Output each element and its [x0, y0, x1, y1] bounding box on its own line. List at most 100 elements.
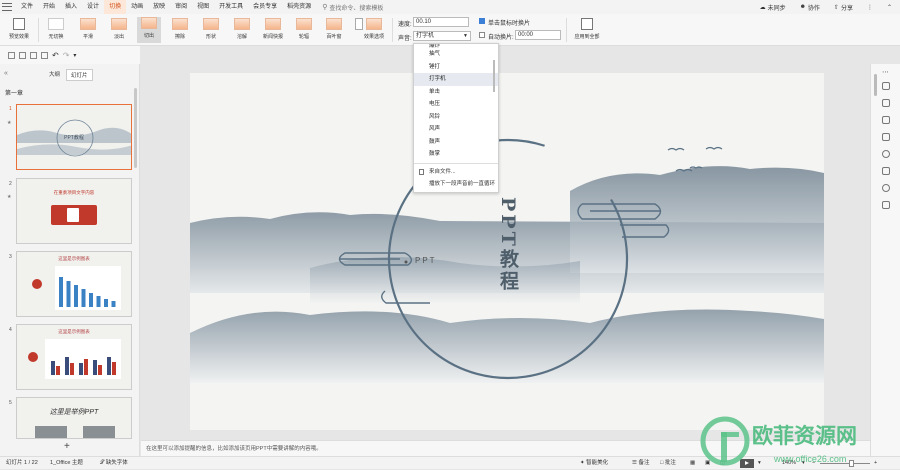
zoom-out-icon[interactable]: −: [812, 457, 815, 470]
effect-fade[interactable]: 淡出: [107, 18, 131, 40]
effect-dissolve[interactable]: 溶解: [230, 18, 254, 40]
menu-transition[interactable]: 切换: [104, 0, 127, 14]
location-icon[interactable]: [882, 184, 890, 192]
sound-from-file[interactable]: 来自文件...: [414, 166, 498, 179]
effect-shape[interactable]: 形状: [199, 18, 223, 40]
comments-toggle[interactable]: □ 批注: [660, 457, 676, 470]
sound-select[interactable]: 打字机 ▼: [413, 31, 471, 41]
thumb-bar: [89, 293, 93, 307]
current-slide[interactable]: PPT教程 PPT: [190, 73, 824, 430]
auto-advance-checkbox[interactable]: [479, 32, 485, 38]
section-title[interactable]: 第一章: [5, 88, 23, 97]
undo-icon[interactable]: ↶: [52, 51, 59, 60]
share-button[interactable]: ⇧ 分享: [834, 3, 853, 12]
sound-option[interactable]: 风铃: [414, 111, 498, 124]
zoom-level[interactable]: 140%: [782, 457, 796, 470]
panel-scrollbar[interactable]: [134, 88, 137, 168]
notes-toggle[interactable]: ☰ 备注: [632, 457, 649, 470]
sound-option[interactable]: 风声: [414, 123, 498, 136]
zoom-dropdown-icon[interactable]: ▾: [802, 457, 805, 470]
effect-smooth[interactable]: 平滑: [76, 18, 100, 40]
effect-wipe[interactable]: 擦除: [168, 18, 192, 40]
effect-thumb-icon: [172, 18, 188, 30]
zoom-in-icon[interactable]: +: [874, 457, 877, 470]
collapse-panel-icon[interactable]: «: [4, 70, 8, 77]
save-icon[interactable]: [8, 51, 15, 59]
print-preview-icon[interactable]: [30, 51, 37, 59]
sound-option-selected[interactable]: 打字机: [414, 73, 498, 86]
menu-design[interactable]: 设计: [82, 0, 104, 14]
zoom-slider-track[interactable]: [820, 463, 870, 464]
slide-thumbnail-1[interactable]: PPT教程: [16, 104, 132, 170]
zoom-slider-knob[interactable]: [849, 460, 854, 467]
effect-newsflash[interactable]: 新闻快报: [261, 18, 285, 40]
menu-file[interactable]: 文件: [16, 0, 38, 14]
preview-effect-button[interactable]: 预览效果: [4, 18, 34, 40]
auto-advance-input[interactable]: 00:00: [515, 30, 561, 40]
effect-options-button[interactable]: 效果选项: [359, 18, 389, 40]
play-slideshow-button[interactable]: [740, 459, 754, 468]
effect-blinds[interactable]: 百叶窗: [322, 18, 346, 40]
select-icon[interactable]: [882, 99, 890, 107]
menu-view[interactable]: 视图: [192, 0, 214, 14]
menu-slideshow[interactable]: 放映: [148, 0, 170, 14]
help-icon[interactable]: [882, 150, 890, 158]
play-options-icon[interactable]: ▾: [758, 457, 761, 470]
slide-thumbnail-2[interactable]: 在重奏项目文字内容: [16, 178, 132, 244]
more-icon[interactable]: ⋯: [882, 68, 890, 76]
sync-status[interactable]: ☁ 未同步: [760, 3, 786, 12]
slide-thumbnail-4[interactable]: 这里是示例图表: [16, 324, 132, 390]
normal-view-icon[interactable]: ▦: [690, 457, 695, 470]
collab-button[interactable]: ☻ 协作: [800, 3, 820, 12]
add-slide-icon[interactable]: +: [64, 441, 70, 452]
menu-home[interactable]: 开始: [38, 0, 60, 14]
ribbon-divider: [566, 18, 567, 42]
print-icon[interactable]: [19, 51, 26, 59]
slide-subtitle[interactable]: PPT: [415, 256, 437, 265]
slide-title[interactable]: PPT教程: [494, 197, 522, 293]
sound-option[interactable]: 电压: [414, 98, 498, 111]
reading-view-icon[interactable]: ◫: [720, 457, 725, 470]
layout-icon[interactable]: [882, 167, 890, 175]
menu-insert[interactable]: 插入: [60, 0, 82, 14]
effect-none[interactable]: 无切换: [44, 18, 68, 40]
on-click-checkbox[interactable]: [479, 18, 485, 24]
hamburger-menu-icon[interactable]: [2, 2, 12, 12]
more-icon[interactable]: ⋮: [867, 4, 873, 11]
menu-animation[interactable]: 动画: [126, 0, 148, 14]
animation-icon[interactable]: [882, 116, 890, 124]
collapse-ribbon-icon[interactable]: ⌃: [887, 4, 892, 11]
menu-review[interactable]: 审阅: [170, 0, 192, 14]
menu-member[interactable]: 会员专享: [248, 0, 282, 14]
sound-option[interactable]: 鼓声: [414, 136, 498, 149]
sound-option[interactable]: 锤打: [414, 61, 498, 74]
command-search[interactable]: ⚲ 查找命令、搜索模板: [322, 3, 383, 12]
slide-thumbnail-3[interactable]: 这里是示例图表: [16, 251, 132, 317]
effect-wheel[interactable]: 轮辐: [292, 18, 316, 40]
speed-input[interactable]: 00.10: [413, 17, 469, 27]
redo-icon[interactable]: ↷: [63, 51, 70, 60]
menu-developer[interactable]: 开发工具: [214, 0, 248, 14]
loop-until-next-sound[interactable]: 播放下一段声音前一直循环: [414, 178, 498, 191]
tab-slides[interactable]: 幻灯片: [66, 69, 93, 81]
canvas-scrollbar[interactable]: [874, 74, 877, 96]
missing-font-button[interactable]: 𝓣 缺失字体: [100, 457, 128, 470]
slide-canvas[interactable]: PPT教程 PPT: [141, 64, 870, 440]
sorter-view-icon[interactable]: ▣: [705, 457, 710, 470]
export-icon[interactable]: [41, 51, 48, 59]
sparkle-icon[interactable]: [882, 133, 890, 141]
smart-beautify-button[interactable]: ✦ 智能美化: [580, 457, 608, 470]
properties-icon[interactable]: [882, 82, 890, 90]
tab-outline[interactable]: 大纲: [45, 69, 64, 81]
apply-all-button[interactable]: 应用到全部: [570, 18, 604, 40]
notes-area[interactable]: 在这里可以添加提醒的信息，比如添加该页用PPT中需要讲解的内容哦。: [141, 440, 870, 456]
sound-option[interactable]: 鼓掌: [414, 148, 498, 161]
slide-thumbnail-5[interactable]: 这里是举例PPT: [16, 397, 132, 439]
cube-icon[interactable]: [882, 201, 890, 209]
effect-cut[interactable]: 切出: [137, 17, 161, 43]
dropdown-scrollbar[interactable]: [493, 60, 495, 92]
sound-option[interactable]: 单击: [414, 86, 498, 99]
customize-icon[interactable]: ▾: [73, 52, 76, 59]
sound-option[interactable]: 抽气: [414, 48, 498, 61]
menu-docer[interactable]: 稻壳资源: [282, 0, 316, 14]
